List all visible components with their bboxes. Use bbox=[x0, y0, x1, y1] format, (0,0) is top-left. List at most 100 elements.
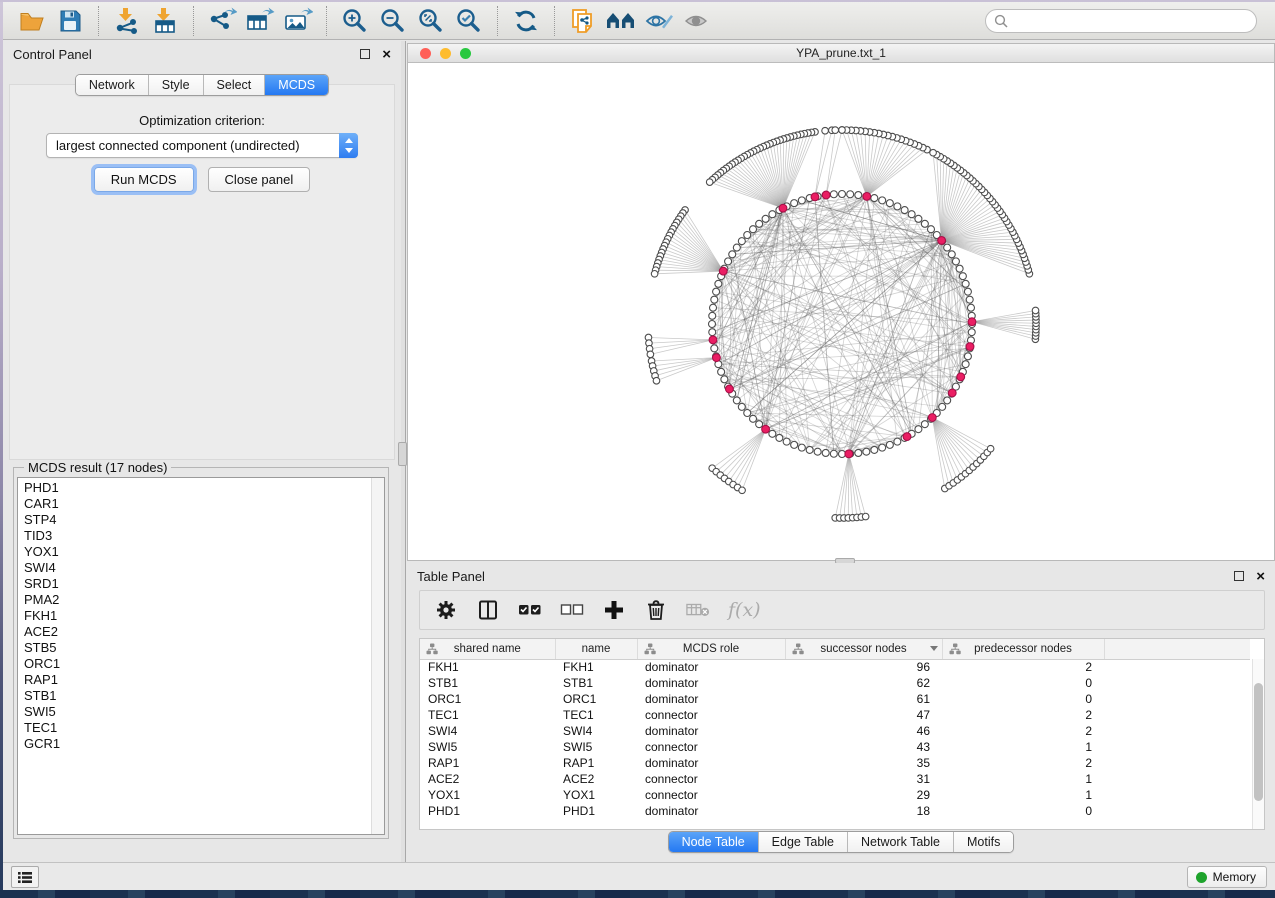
table-scrollbar[interactable] bbox=[1252, 659, 1264, 829]
cell-succ[interactable]: 47 bbox=[785, 707, 942, 723]
cell-pred[interactable]: 0 bbox=[942, 803, 1104, 819]
cell-succ[interactable]: 43 bbox=[785, 739, 942, 755]
mcds-result-item[interactable]: STB5 bbox=[24, 640, 368, 656]
cell-shared[interactable]: TEC1 bbox=[420, 707, 555, 723]
cell-name[interactable]: ORC1 bbox=[555, 691, 637, 707]
cell-pred[interactable]: 1 bbox=[942, 787, 1104, 803]
mcds-result-item[interactable]: ACE2 bbox=[24, 624, 368, 640]
criterion-select[interactable]: largest connected component (undirected) bbox=[46, 133, 358, 158]
settings-gear-icon[interactable] bbox=[434, 598, 458, 622]
cell-pred[interactable]: 0 bbox=[942, 675, 1104, 691]
mcds-result-list[interactable]: PHD1CAR1STP4TID3YOX1SWI4SRD1PMA2FKH1ACE2… bbox=[17, 477, 385, 835]
table-row[interactable]: ACE2ACE2connector311 bbox=[420, 771, 1250, 787]
cell-succ[interactable]: 18 bbox=[785, 803, 942, 819]
cell-name[interactable]: TEC1 bbox=[555, 707, 637, 723]
tab-style[interactable]: Style bbox=[149, 75, 204, 95]
zoom-selected-icon[interactable] bbox=[453, 6, 485, 36]
mcds-result-item[interactable]: PHD1 bbox=[24, 480, 368, 496]
mcds-result-item[interactable]: GCR1 bbox=[24, 736, 368, 752]
cell-name[interactable]: RAP1 bbox=[555, 755, 637, 771]
open-session-icon[interactable] bbox=[16, 6, 48, 36]
mcds-result-item[interactable]: RAP1 bbox=[24, 672, 368, 688]
cell-succ[interactable]: 31 bbox=[785, 771, 942, 787]
mcds-result-item[interactable]: TEC1 bbox=[24, 720, 368, 736]
column-header-predecessor-nodes[interactable]: predecessor nodes bbox=[942, 639, 1104, 659]
cell-role[interactable]: connector bbox=[637, 707, 785, 723]
close-table-panel-icon[interactable]: × bbox=[1256, 569, 1265, 584]
column-header-MCDS-role[interactable]: MCDS role bbox=[637, 639, 785, 659]
table-row[interactable]: PHD1PHD1dominator180 bbox=[420, 803, 1250, 819]
show-column-icon[interactable] bbox=[476, 598, 500, 622]
delete-table-icon[interactable] bbox=[686, 598, 710, 622]
hide-selected-icon[interactable] bbox=[643, 6, 675, 36]
search-box[interactable] bbox=[985, 9, 1257, 33]
table-row[interactable]: YOX1YOX1connector291 bbox=[420, 787, 1250, 803]
run-mcds-button[interactable]: Run MCDS bbox=[94, 167, 194, 192]
cell-shared[interactable]: STB1 bbox=[420, 675, 555, 691]
cell-pred[interactable]: 2 bbox=[942, 659, 1104, 675]
mcds-result-item[interactable]: SWI4 bbox=[24, 560, 368, 576]
cell-name[interactable]: FKH1 bbox=[555, 659, 637, 675]
cell-role[interactable]: dominator bbox=[637, 755, 785, 771]
mcds-result-item[interactable]: SWI5 bbox=[24, 704, 368, 720]
close-panel-icon[interactable]: × bbox=[382, 47, 391, 62]
column-header-successor-nodes[interactable]: successor nodes bbox=[785, 639, 942, 659]
first-neighbors-icon[interactable] bbox=[605, 6, 637, 36]
mcds-result-item[interactable]: STB1 bbox=[24, 688, 368, 704]
table-row[interactable]: SWI4SWI4dominator462 bbox=[420, 723, 1250, 739]
add-column-icon[interactable] bbox=[602, 598, 626, 622]
mcds-result-item[interactable]: FKH1 bbox=[24, 608, 368, 624]
table-row[interactable]: FKH1FKH1dominator962 bbox=[420, 659, 1250, 675]
mcds-result-item[interactable]: CAR1 bbox=[24, 496, 368, 512]
select-all-icon[interactable] bbox=[518, 598, 542, 622]
tab-motifs[interactable]: Motifs bbox=[954, 832, 1013, 852]
tab-mcds[interactable]: MCDS bbox=[265, 75, 328, 95]
clone-network-icon[interactable] bbox=[567, 6, 599, 36]
show-all-icon[interactable] bbox=[681, 6, 713, 36]
zoom-fit-icon[interactable] bbox=[415, 6, 447, 36]
cell-shared[interactable]: ORC1 bbox=[420, 691, 555, 707]
cell-role[interactable]: connector bbox=[637, 739, 785, 755]
cell-role[interactable]: connector bbox=[637, 787, 785, 803]
cell-name[interactable]: ACE2 bbox=[555, 771, 637, 787]
cell-shared[interactable]: RAP1 bbox=[420, 755, 555, 771]
cell-pred[interactable]: 2 bbox=[942, 707, 1104, 723]
search-input[interactable] bbox=[1013, 14, 1256, 28]
cell-role[interactable]: dominator bbox=[637, 803, 785, 819]
cell-pred[interactable]: 2 bbox=[942, 723, 1104, 739]
cell-pred[interactable]: 1 bbox=[942, 739, 1104, 755]
table-row[interactable]: RAP1RAP1dominator352 bbox=[420, 755, 1250, 771]
float-panel-icon[interactable] bbox=[360, 49, 370, 59]
cell-pred[interactable]: 2 bbox=[942, 755, 1104, 771]
cell-role[interactable]: connector bbox=[637, 771, 785, 787]
deselect-all-icon[interactable] bbox=[560, 598, 584, 622]
cell-pred[interactable]: 1 bbox=[942, 771, 1104, 787]
cell-shared[interactable]: YOX1 bbox=[420, 787, 555, 803]
mcds-result-item[interactable]: SRD1 bbox=[24, 576, 368, 592]
column-header-shared-name[interactable]: shared name bbox=[420, 639, 555, 659]
memory-button[interactable]: Memory bbox=[1187, 866, 1267, 888]
save-session-icon[interactable] bbox=[54, 6, 86, 36]
cell-role[interactable]: dominator bbox=[637, 675, 785, 691]
cell-name[interactable]: STB1 bbox=[555, 675, 637, 691]
cell-shared[interactable]: PHD1 bbox=[420, 803, 555, 819]
zoom-in-icon[interactable] bbox=[339, 6, 371, 36]
network-canvas[interactable] bbox=[408, 63, 1274, 560]
cell-name[interactable]: SWI5 bbox=[555, 739, 637, 755]
export-network-icon[interactable] bbox=[206, 6, 238, 36]
cell-succ[interactable]: 46 bbox=[785, 723, 942, 739]
column-header-name[interactable]: name bbox=[555, 639, 637, 659]
mcds-list-scrollbar[interactable] bbox=[371, 478, 384, 834]
table-scrollbar-thumb[interactable] bbox=[1254, 683, 1263, 801]
import-table-icon[interactable] bbox=[149, 6, 181, 36]
cell-role[interactable]: dominator bbox=[637, 659, 785, 675]
mcds-result-item[interactable]: ORC1 bbox=[24, 656, 368, 672]
status-menu-button[interactable] bbox=[11, 866, 39, 888]
tab-network[interactable]: Network bbox=[76, 75, 149, 95]
cell-name[interactable]: PHD1 bbox=[555, 803, 637, 819]
mcds-result-item[interactable]: PMA2 bbox=[24, 592, 368, 608]
cell-shared[interactable]: SWI4 bbox=[420, 723, 555, 739]
mcds-result-item[interactable]: TID3 bbox=[24, 528, 368, 544]
cell-succ[interactable]: 61 bbox=[785, 691, 942, 707]
float-table-panel-icon[interactable] bbox=[1234, 571, 1244, 581]
